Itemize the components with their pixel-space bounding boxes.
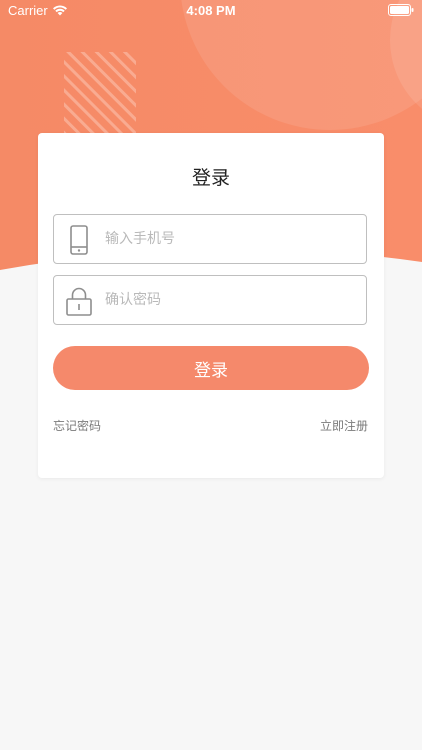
phone-icon bbox=[70, 225, 88, 255]
register-link[interactable]: 立即注册 bbox=[320, 417, 368, 434]
login-title: 登录 bbox=[191, 167, 230, 189]
phone-input[interactable] bbox=[105, 215, 355, 263]
password-field bbox=[53, 275, 367, 325]
password-input[interactable] bbox=[105, 276, 355, 324]
status-bar: Carrier 4:08 PM bbox=[0, 0, 422, 22]
status-time: 4:08 PM bbox=[186, 3, 236, 18]
lock-icon bbox=[66, 287, 92, 316]
login-card: 登录 登录 忘记密码 立即注册 bbox=[38, 133, 384, 478]
login-button[interactable]: 登录 bbox=[53, 346, 369, 390]
phone-field bbox=[53, 214, 367, 264]
battery-icon bbox=[388, 4, 414, 16]
forgot-password-link[interactable]: 忘记密码 bbox=[53, 417, 101, 434]
